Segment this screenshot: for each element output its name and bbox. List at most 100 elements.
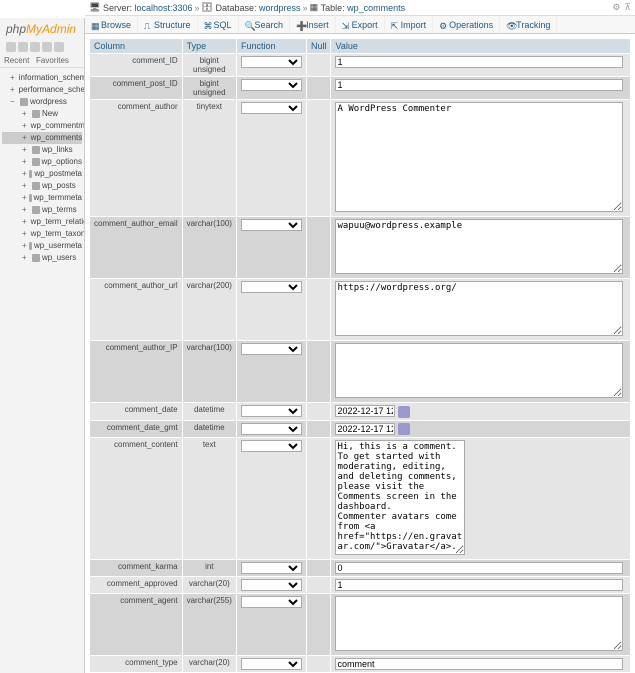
export-icon: ⇲ xyxy=(342,21,350,29)
function-select[interactable] xyxy=(241,562,302,574)
value-input[interactable] xyxy=(335,579,623,591)
field-type: varchar(20) xyxy=(182,656,236,673)
value-input[interactable] xyxy=(335,79,623,91)
null-cell xyxy=(306,341,331,403)
breadcrumb: 🖥 Server: localhost:3306 » 🗄 Database: w… xyxy=(85,0,635,16)
function-select[interactable] xyxy=(241,219,302,231)
tree-db-information_schema[interactable]: +information_schema xyxy=(2,72,82,84)
field-name: comment_author_IP xyxy=(90,341,183,403)
breadcrumb-tbl[interactable]: wp_comments xyxy=(347,3,405,13)
calendar-icon[interactable] xyxy=(398,406,410,418)
tree-table-wp_links[interactable]: +wp_links xyxy=(2,144,82,156)
tab-sql[interactable]: ⌘SQL xyxy=(198,16,239,33)
logout-icon[interactable] xyxy=(18,42,28,52)
browse-icon: ▦ xyxy=(91,21,99,29)
tree-db-performance_schema[interactable]: +performance_schema xyxy=(2,84,82,96)
field-name: comment_author xyxy=(90,100,183,217)
function-select[interactable] xyxy=(241,658,302,670)
import-icon: ⇱ xyxy=(391,21,399,29)
tab-search[interactable]: 🔍Search xyxy=(239,16,291,33)
field-name: comment_author_url xyxy=(90,279,183,341)
calendar-icon[interactable] xyxy=(398,423,410,435)
tree-table-wp_termmeta[interactable]: +wp_termmeta xyxy=(2,192,82,204)
tab-import[interactable]: ⇱Import xyxy=(385,16,434,33)
function-select[interactable] xyxy=(241,79,302,91)
tree-table-wp_comments[interactable]: +wp_comments xyxy=(2,132,82,144)
tree-table-wp_options[interactable]: +wp_options xyxy=(2,156,82,168)
value-input[interactable] xyxy=(335,562,623,574)
home-icon[interactable] xyxy=(6,42,16,52)
value-input[interactable] xyxy=(335,423,395,435)
reload-icon[interactable] xyxy=(54,42,64,52)
database-icon: 🗄 xyxy=(202,2,213,13)
tree-table-wp_users[interactable]: +wp_users xyxy=(2,252,82,264)
null-cell xyxy=(306,560,331,577)
docs-icon[interactable] xyxy=(30,42,40,52)
function-select[interactable] xyxy=(241,343,302,355)
db-tree: +information_schema+performance_schema−w… xyxy=(0,68,84,268)
tree-table-wp_commentmeta[interactable]: +wp_commentmeta xyxy=(2,120,82,132)
tree-table-wp_term_relationships[interactable]: +wp_term_relationships xyxy=(2,216,82,228)
value-input[interactable] xyxy=(335,440,465,555)
field-name: comment_agent xyxy=(90,594,183,656)
field-type: text xyxy=(182,438,236,560)
tree-table-wp_usermeta[interactable]: +wp_usermeta xyxy=(2,240,82,252)
value-input[interactable] xyxy=(335,658,623,670)
field-type: bigint unsigned xyxy=(182,54,236,77)
tab-insert[interactable]: ➕Insert xyxy=(290,16,336,33)
field-name: comment_approved xyxy=(90,577,183,594)
function-select[interactable] xyxy=(241,579,302,591)
field-name: comment_ID xyxy=(90,54,183,77)
field-type: varchar(20) xyxy=(182,577,236,594)
col-header-null: Null xyxy=(306,39,331,54)
value-input[interactable] xyxy=(335,343,623,398)
value-input[interactable] xyxy=(335,56,623,68)
tree-table-wp_term_taxonomy[interactable]: +wp_term_taxonomy xyxy=(2,228,82,240)
tab-operations[interactable]: ⚙Operations xyxy=(433,16,500,33)
function-select[interactable] xyxy=(241,405,302,417)
value-input[interactable] xyxy=(335,596,623,651)
page-settings-icon[interactable]: ⚙ xyxy=(612,2,620,13)
field-row-comment_approved: comment_approvedvarchar(20) xyxy=(90,577,631,594)
tab-export[interactable]: ⇲Export xyxy=(336,16,385,33)
function-select[interactable] xyxy=(241,56,302,68)
tab-structure[interactable]: ⎍Structure xyxy=(138,16,198,33)
field-name: comment_post_ID xyxy=(90,77,183,100)
null-cell xyxy=(306,54,331,77)
function-select[interactable] xyxy=(241,102,302,114)
tab-browse[interactable]: ▦Browse xyxy=(85,16,138,33)
tree-table-wp_posts[interactable]: +wp_posts xyxy=(2,180,82,192)
function-select[interactable] xyxy=(241,281,302,293)
field-row-comment_agent: comment_agentvarchar(255) xyxy=(90,594,631,656)
breadcrumb-server[interactable]: localhost:3306 xyxy=(134,3,192,13)
field-row-comment_content: comment_contenttext xyxy=(90,438,631,560)
value-input[interactable] xyxy=(335,219,623,274)
breadcrumb-db[interactable]: wordpress xyxy=(259,3,301,13)
collapse-icon[interactable]: ⊼ xyxy=(624,2,631,13)
null-cell xyxy=(306,594,331,656)
field-row-comment_date: comment_datedatetime xyxy=(90,403,631,421)
function-select[interactable] xyxy=(241,596,302,608)
tab-tracking[interactable]: 👁Tracking xyxy=(500,16,557,33)
tree-table-wp_terms[interactable]: +wp_terms xyxy=(2,204,82,216)
db-label: Database: xyxy=(216,3,257,13)
function-select[interactable] xyxy=(241,423,302,435)
field-type: varchar(100) xyxy=(182,341,236,403)
function-select[interactable] xyxy=(241,440,302,452)
structure-icon: ⎍ xyxy=(144,21,152,29)
col-header-function: Function xyxy=(236,39,306,54)
null-cell xyxy=(306,577,331,594)
sql-icon: ⌘ xyxy=(204,21,212,29)
value-input[interactable] xyxy=(335,405,395,417)
field-name: comment_author_email xyxy=(90,217,183,279)
null-cell xyxy=(306,100,331,217)
value-input[interactable] xyxy=(335,281,623,336)
recent-favorites-bar[interactable]: Recent Favorites xyxy=(0,54,84,68)
field-type: tinytext xyxy=(182,100,236,217)
tree-db-wordpress[interactable]: −wordpress xyxy=(2,96,82,108)
tree-table-wp_postmeta[interactable]: +wp_postmeta xyxy=(2,168,82,180)
settings-icon[interactable] xyxy=(42,42,52,52)
tree-table-New[interactable]: +New xyxy=(2,108,82,120)
phpmyadmin-logo[interactable]: phpMyAdmin xyxy=(0,18,84,40)
value-input[interactable] xyxy=(335,102,623,212)
